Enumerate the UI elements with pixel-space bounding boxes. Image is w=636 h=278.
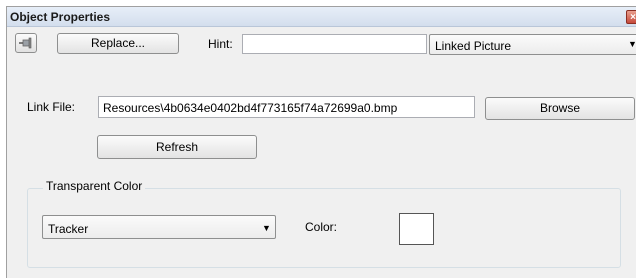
- transparent-color-title: Transparent Color: [43, 179, 146, 193]
- hint-input[interactable]: [242, 34, 427, 54]
- object-type-selected: Linked Picture: [435, 39, 512, 53]
- refresh-button[interactable]: Refresh: [97, 135, 257, 159]
- chevron-down-icon: ▼: [628, 39, 636, 49]
- transparent-mode-selected: Tracker: [48, 222, 89, 236]
- pin-button[interactable]: [15, 33, 37, 53]
- link-file-label: Link File:: [27, 100, 76, 114]
- browse-button[interactable]: Browse: [485, 97, 635, 120]
- browse-button-label: Browse: [539, 101, 580, 115]
- window-title: Object Properties: [10, 10, 111, 24]
- replace-button[interactable]: Replace...: [57, 33, 179, 54]
- transparent-mode-select[interactable]: Tracker ▼: [42, 215, 276, 239]
- object-type-select[interactable]: Linked Picture ▼: [429, 34, 636, 55]
- object-properties-window: Object Properties × Replace... Hint: Lin…: [6, 6, 636, 278]
- refresh-button-label: Refresh: [155, 140, 199, 154]
- link-file-input[interactable]: Resources\4b0634e0402bd4f773165f74a72699…: [98, 96, 475, 118]
- close-button[interactable]: ×: [626, 10, 636, 24]
- color-swatch[interactable]: [399, 213, 434, 245]
- hint-label: Hint:: [208, 37, 233, 51]
- color-label: Color:: [305, 220, 338, 234]
- close-icon: ×: [630, 12, 636, 23]
- pin-icon: [19, 37, 32, 49]
- title-bar[interactable]: Object Properties ×: [7, 7, 636, 27]
- replace-button-label: Replace...: [90, 36, 146, 50]
- chevron-down-icon: ▼: [262, 223, 271, 233]
